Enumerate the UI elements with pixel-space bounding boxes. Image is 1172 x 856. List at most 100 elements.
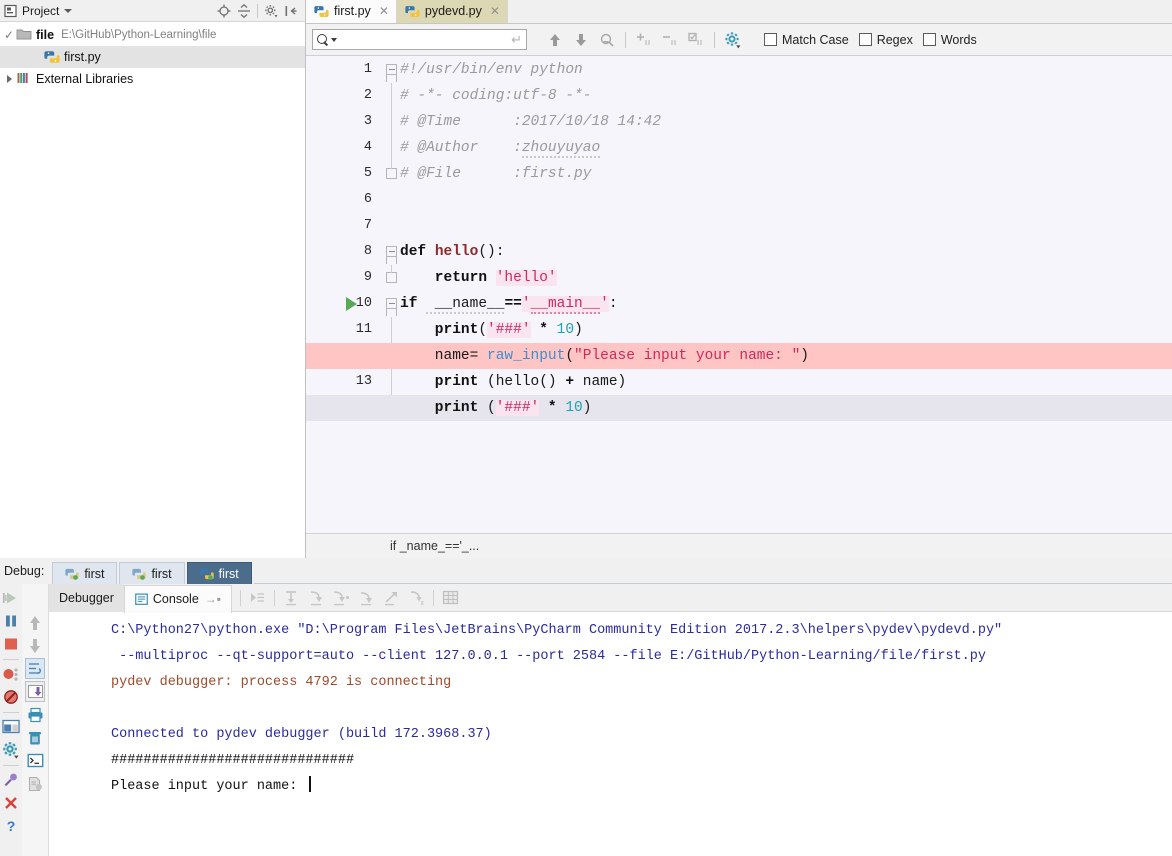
search-input[interactable]	[337, 31, 512, 48]
clear-all-icon[interactable]	[25, 727, 45, 748]
view-breakpoints-icon[interactable]	[1, 663, 21, 684]
terminal-icon[interactable]	[25, 750, 45, 771]
fold-column[interactable]	[380, 56, 400, 533]
editor-side: first.py ✕ pydevd.py ✕ ↵ Match Case Rege…	[306, 0, 1172, 558]
mute-breakpoints-icon[interactable]	[1, 686, 21, 707]
variables-icon[interactable]	[438, 587, 463, 609]
scroll-to-end-icon[interactable]	[25, 681, 45, 702]
tab-pydevd-py[interactable]: pydevd.py ✕	[396, 0, 508, 23]
code-token: )	[582, 400, 592, 416]
tab-debugger[interactable]: Debugger	[49, 583, 124, 612]
step-into-icon[interactable]	[304, 587, 329, 609]
code-line[interactable]: def hello():	[400, 239, 504, 265]
tab-console[interactable]: Console →▪	[123, 584, 233, 613]
close-icon[interactable]	[1, 792, 21, 813]
find-all-icon[interactable]	[595, 28, 619, 52]
settings-gear-icon[interactable]	[1, 739, 21, 760]
pin-icon[interactable]: →▪	[205, 592, 221, 606]
fold-toggle-icon[interactable]	[386, 64, 397, 75]
console-output[interactable]: C:\Python27\python.exe "D:\Program Files…	[49, 612, 1172, 856]
close-icon[interactable]: ✕	[379, 4, 389, 18]
match-case-checkbox[interactable]: Match Case	[764, 33, 849, 47]
find-settings-gear-icon[interactable]	[721, 28, 745, 52]
step-out-icon[interactable]	[354, 587, 379, 609]
line-number: 4	[363, 140, 372, 155]
expand-toggle-icon[interactable]: ✓	[2, 29, 16, 41]
search-icon[interactable]	[317, 33, 329, 46]
settings-gear-icon[interactable]	[262, 2, 280, 20]
stop-icon[interactable]	[1, 633, 21, 654]
debug-session-tab-2[interactable]: first	[119, 562, 185, 584]
restore-layout-icon[interactable]	[1, 716, 21, 737]
python-file-icon	[44, 49, 61, 65]
show-execution-point-icon[interactable]	[245, 587, 270, 609]
print-icon[interactable]	[25, 704, 45, 725]
debug-panel: Debug: first first first ? Debugger Cons…	[0, 558, 1172, 856]
svg-text:?: ?	[7, 818, 16, 834]
run-gutter-icon[interactable]	[346, 297, 357, 311]
chevron-down-icon[interactable]	[64, 8, 73, 13]
find-next-icon[interactable]	[569, 28, 593, 52]
find-previous-icon[interactable]	[543, 28, 567, 52]
fold-end-icon[interactable]	[386, 168, 397, 179]
scroll-down-icon[interactable]	[25, 635, 45, 656]
search-field-container[interactable]: ↵	[312, 29, 527, 50]
tab-first-py[interactable]: first.py ✕	[306, 0, 397, 23]
code-line[interactable]: #!/usr/bin/env python	[400, 57, 583, 83]
debug-session-tab-1[interactable]: first	[52, 562, 118, 584]
code-token: name=	[400, 348, 488, 364]
help-icon[interactable]: ?	[1, 815, 21, 836]
debug-session-tab-3[interactable]: first	[186, 562, 252, 584]
run-to-cursor-icon[interactable]	[379, 587, 404, 609]
code-line[interactable]: print ('###' * 10)	[400, 395, 591, 421]
resume-program-icon[interactable]	[1, 587, 21, 608]
export-icon[interactable]	[25, 773, 45, 794]
close-icon[interactable]: ✕	[490, 4, 500, 18]
code-editor[interactable]: 1234567891011121314 #!/usr/bin/env pytho…	[306, 56, 1172, 533]
checkbox-box[interactable]	[858, 33, 872, 46]
tab-label: pydevd.py	[424, 4, 482, 18]
fold-region-line	[391, 161, 392, 169]
step-over-icon[interactable]	[279, 587, 304, 609]
locate-target-icon[interactable]	[215, 2, 233, 20]
code-line[interactable]: # @Time :2017/10/18 14:42	[400, 109, 661, 135]
code-line[interactable]: # @File :first.py	[400, 161, 591, 187]
pin-tab-icon[interactable]	[1, 769, 21, 790]
tree-item-first-py[interactable]: first.py	[0, 46, 305, 68]
soft-wrap-icon[interactable]	[25, 658, 45, 679]
hide-panel-icon[interactable]	[282, 2, 300, 20]
divider	[274, 589, 276, 606]
words-checkbox[interactable]: Words	[922, 33, 977, 47]
code-line[interactable]: print('###' * 10)	[400, 317, 583, 343]
project-tree[interactable]: ✓ file E:\GitHub\Python-Learning\file fi…	[0, 22, 305, 558]
fold-toggle-icon[interactable]	[386, 298, 397, 309]
collapse-all-icon[interactable]	[235, 2, 253, 20]
code-line[interactable]: # @Author :zhouyuyao	[400, 135, 601, 161]
force-step-into-icon[interactable]	[329, 587, 354, 609]
tree-item-external-libraries[interactable]: External Libraries	[0, 68, 305, 90]
code-line[interactable]: # -*- coding:utf-8 -*-	[400, 83, 591, 109]
code-content[interactable]: #!/usr/bin/env python # -*- coding:utf-8 …	[306, 56, 1172, 533]
checkbox-box[interactable]	[764, 33, 777, 46]
pause-program-icon[interactable]	[1, 610, 21, 631]
project-panel-title: Project	[22, 3, 60, 18]
evaluate-expression-icon[interactable]	[404, 587, 429, 609]
console-tab-label: Console	[152, 592, 199, 606]
code-line[interactable]: print (hello() + name)	[400, 369, 626, 395]
checkbox-box[interactable]	[922, 33, 936, 46]
select-all-occurrences-icon[interactable]	[684, 28, 708, 52]
code-line[interactable]: name= raw_input("Please input your name:…	[400, 343, 809, 369]
editor-gutter[interactable]: 1234567891011121314	[306, 56, 380, 533]
expand-toggle-icon[interactable]	[2, 75, 16, 83]
fold-toggle-icon[interactable]	[386, 246, 397, 257]
code-line[interactable]: return 'hello'	[400, 265, 557, 291]
breadcrumb[interactable]: if _name_=='_...	[306, 533, 1172, 558]
add-selection-icon[interactable]	[632, 28, 656, 52]
divider	[714, 31, 715, 48]
remove-selection-icon[interactable]	[658, 28, 682, 52]
tree-item-file[interactable]: ✓ file E:\GitHub\Python-Learning\file	[0, 24, 305, 46]
scroll-up-icon[interactable]	[25, 612, 45, 633]
regex-checkbox[interactable]: Regex	[858, 33, 913, 47]
fold-end-icon[interactable]	[386, 272, 397, 283]
code-line[interactable]: if __name__=='__main__':	[400, 291, 618, 317]
